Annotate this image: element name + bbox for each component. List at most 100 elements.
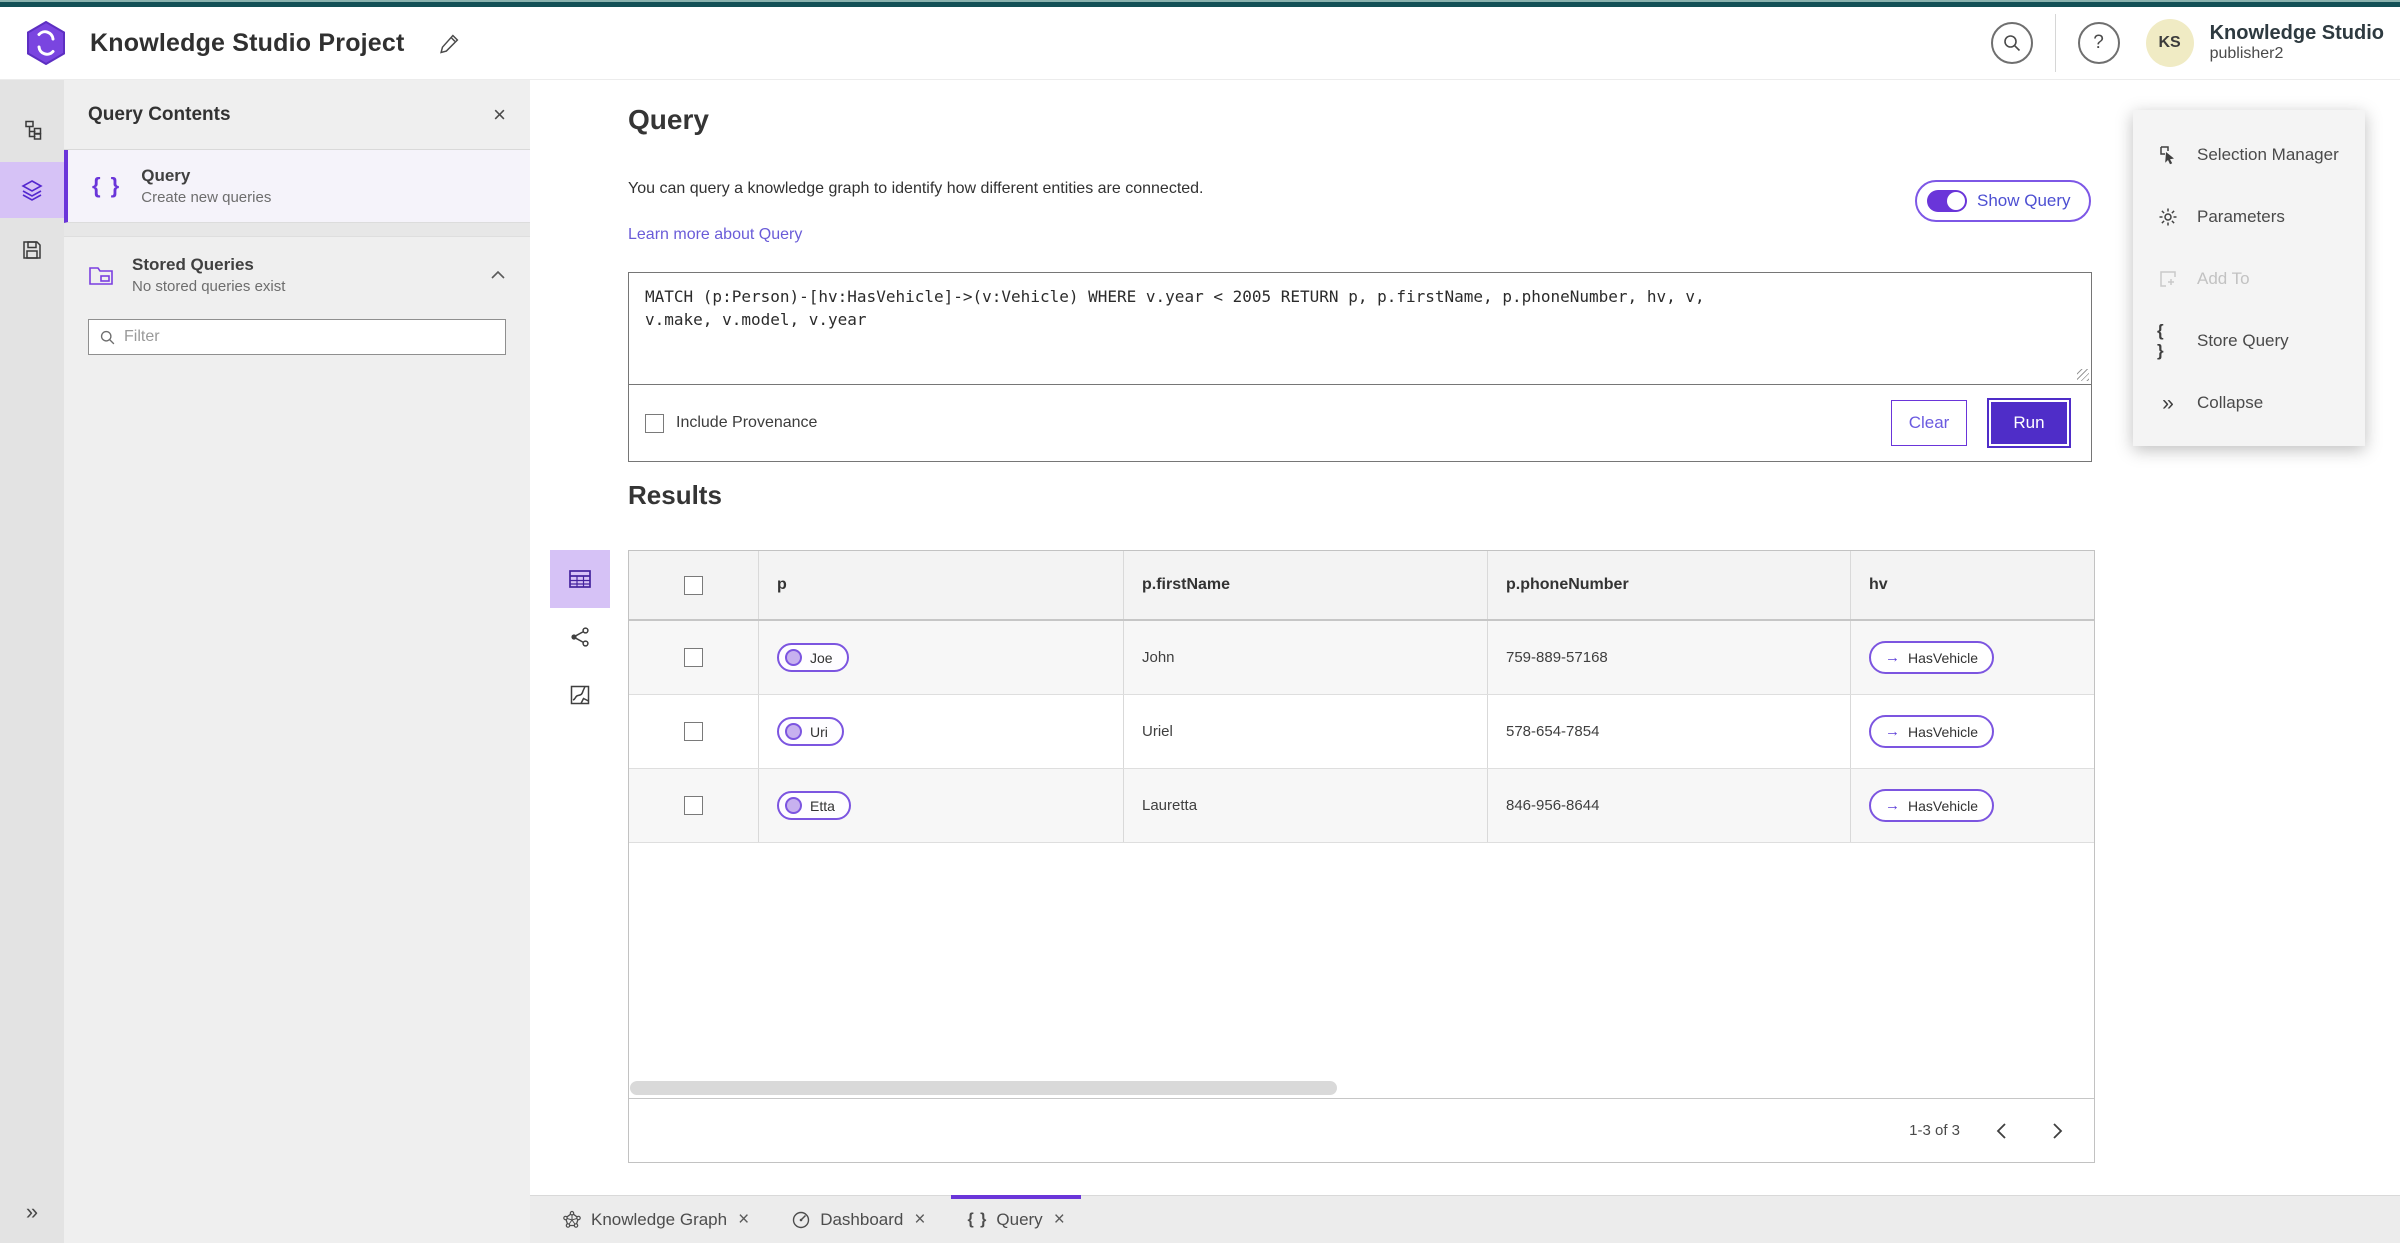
column-header-p[interactable]: p (759, 551, 1124, 619)
table-row[interactable]: Etta Lauretta 846-956-8644 → HasVehicle (629, 769, 2094, 843)
entity-label: Joe (810, 649, 833, 666)
close-panel-button[interactable]: × (493, 101, 506, 127)
left-icon-rail: » (0, 80, 64, 1243)
table-view-button[interactable] (550, 550, 610, 608)
graph-view-button[interactable] (550, 608, 610, 666)
selection-manager-label: Selection Manager (2197, 145, 2339, 164)
tab-label: Query (996, 1209, 1043, 1229)
edit-title-button[interactable] (435, 28, 465, 58)
close-tab-icon[interactable]: × (738, 1210, 749, 1229)
stored-queries-header[interactable]: Stored Queries No stored queries exist (64, 237, 530, 309)
learn-more-link[interactable]: Learn more about Query (628, 226, 802, 244)
table-row[interactable]: Joe John 759-889-57168 → HasVehicle (629, 621, 2094, 695)
top-accent-bar (0, 0, 2400, 7)
user-name: Knowledge Studio (2209, 22, 2384, 45)
user-menu[interactable]: Knowledge Studio publisher2 (2210, 22, 2390, 63)
column-header-firstname[interactable]: p.firstName (1124, 551, 1488, 619)
include-provenance-label: Include Provenance (676, 414, 818, 431)
pagination-range: 1-3 of 3 (1909, 1122, 1960, 1139)
row-checkbox[interactable] (684, 722, 703, 741)
results-view-switcher (550, 550, 610, 724)
resize-handle[interactable] (2077, 369, 2089, 381)
scrollbar-thumb[interactable] (630, 1081, 1337, 1095)
include-provenance-checkbox[interactable] (645, 413, 664, 433)
query-textarea[interactable]: MATCH (p:Person)-[hv:HasVehicle]->(v:Veh… (629, 273, 2091, 385)
row-checkbox[interactable] (684, 648, 703, 667)
add-to-label: Add To (2197, 269, 2250, 288)
column-header-hv[interactable]: hv (1851, 551, 2094, 619)
table-row[interactable]: Uri Uriel 578-654-7854 → HasVehicle (629, 695, 2094, 769)
phone-cell: 846-956-8644 (1488, 769, 1851, 842)
knowledge-graph-icon (563, 1210, 581, 1228)
entity-pill[interactable]: Joe (777, 643, 849, 672)
entity-cell: Etta (759, 769, 1124, 842)
query-contents-panel: Query Contents × { } Query Create new qu… (64, 80, 530, 1243)
tab-label: Knowledge Graph (591, 1209, 728, 1229)
selection-manager-button[interactable]: Selection Manager (2133, 124, 2365, 186)
close-tab-icon[interactable]: × (1054, 1210, 1065, 1229)
close-tab-icon[interactable]: × (914, 1210, 925, 1229)
rail-item-save[interactable] (0, 222, 64, 278)
double-chevron-right-icon: » (25, 1199, 39, 1224)
run-button[interactable]: Run (1989, 400, 2069, 446)
tab-query[interactable]: { } Query × (951, 1195, 1082, 1243)
relationship-pill[interactable]: → HasVehicle (1869, 789, 1995, 822)
relationship-label: HasVehicle (1908, 723, 1979, 740)
knowledge-studio-logo-icon[interactable] (26, 21, 66, 65)
query-editor-card: MATCH (p:Person)-[hv:HasVehicle]->(v:Veh… (628, 272, 2092, 462)
tab-label: Dashboard (820, 1209, 904, 1229)
relationship-pill[interactable]: → HasVehicle (1869, 641, 1995, 674)
stored-queries-subtitle: No stored queries exist (132, 278, 286, 295)
filter-input[interactable] (124, 328, 495, 346)
double-chevron-right-icon: » (2162, 391, 2174, 415)
parameters-button[interactable]: Parameters (2133, 186, 2365, 248)
save-icon (23, 241, 41, 259)
store-query-button[interactable]: { } Store Query (2133, 310, 2365, 372)
select-all-checkbox[interactable] (684, 575, 703, 595)
gear-icon (2159, 208, 2177, 226)
entity-pill[interactable]: Uri (777, 717, 844, 746)
avatar[interactable]: KS (2145, 19, 2194, 67)
toggle-on-icon (1927, 190, 1967, 212)
pencil-icon (440, 33, 459, 53)
help-button[interactable]: ? (2077, 22, 2120, 64)
show-query-toggle[interactable]: Show Query (1915, 180, 2091, 222)
close-icon: × (493, 101, 506, 127)
rail-item-schema[interactable] (0, 102, 64, 158)
tab-dashboard[interactable]: Dashboard × (775, 1196, 941, 1243)
query-item-subtitle: Create new queries (141, 189, 272, 206)
firstname-cell: Lauretta (1124, 769, 1488, 842)
main-content: Query You can query a knowledge graph to… (530, 80, 2400, 1243)
row-checkbox[interactable] (684, 796, 703, 815)
query-editor-footer: Include Provenance Clear Run (629, 385, 2091, 461)
panel-item-query[interactable]: { } Query Create new queries (64, 150, 530, 223)
rail-item-contents[interactable] (0, 162, 64, 218)
column-header-phonenumber[interactable]: p.phoneNumber (1488, 551, 1851, 619)
entity-cell: Uri (759, 695, 1124, 768)
query-description: You can query a knowledge graph to ident… (628, 180, 1204, 197)
entity-pill[interactable]: Etta (777, 791, 851, 820)
stored-queries-text: Stored Queries No stored queries exist (132, 255, 285, 295)
previous-page-button[interactable] (1986, 1116, 2016, 1146)
dashboard-gauge-icon (793, 1211, 810, 1228)
map-view-button[interactable] (550, 666, 610, 724)
collapse-section-button[interactable] (490, 270, 506, 280)
page-title: Query (628, 104, 709, 135)
results-table: p p.firstName p.phoneNumber hv Joe John … (628, 550, 2095, 1163)
table-pagination: 1-3 of 3 (629, 1098, 2094, 1162)
row-checkbox-cell (629, 769, 759, 842)
search-button[interactable] (1990, 22, 2033, 64)
chevron-right-icon (2052, 1122, 2062, 1139)
user-role: publisher2 (2209, 45, 2284, 63)
next-page-button[interactable] (2042, 1116, 2072, 1146)
entity-label: Etta (810, 797, 835, 814)
braces-icon: { } (967, 1210, 988, 1228)
relationship-pill[interactable]: → HasVehicle (1869, 715, 1995, 748)
collapse-panel-button[interactable]: » Collapse (2133, 372, 2365, 434)
header-divider (2054, 14, 2056, 72)
panel-section-gap (64, 223, 530, 237)
tab-knowledge-graph[interactable]: Knowledge Graph × (546, 1196, 765, 1243)
clear-button[interactable]: Clear (1891, 400, 1967, 446)
show-query-label: Show Query (1977, 191, 2071, 210)
expand-rail-button[interactable]: » (0, 1195, 64, 1229)
